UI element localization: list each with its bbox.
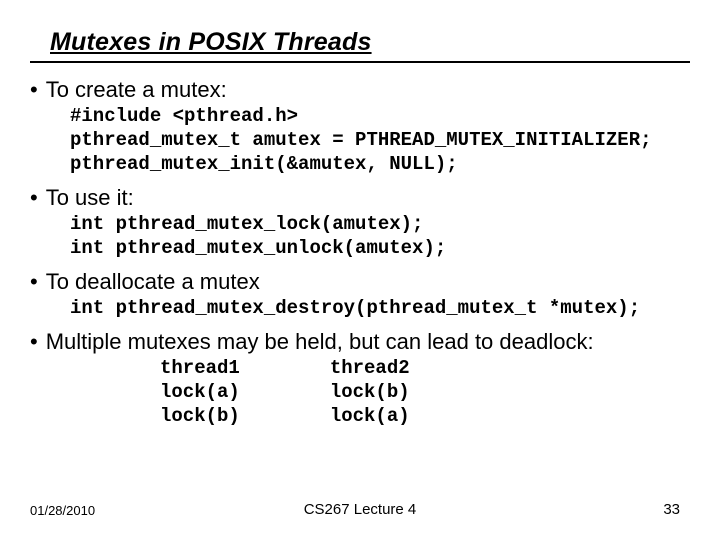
bullet-dot: • [30, 269, 38, 295]
slide: Mutexes in POSIX Threads • To create a m… [0, 0, 720, 428]
code-create: #include <pthread.h> pthread_mutex_t amu… [70, 105, 690, 176]
bullet-dot: • [30, 185, 38, 211]
footer-center: CS267 Lecture 4 [0, 501, 720, 518]
bullet-text: Multiple mutexes may be held, but can le… [46, 329, 594, 355]
bullet-dealloc: • To deallocate a mutex [30, 269, 690, 295]
bullet-deadlock: • Multiple mutexes may be held, but can … [30, 329, 690, 355]
title-rule [30, 61, 690, 63]
bullet-use: • To use it: [30, 185, 690, 211]
deadlock-columns: thread1 lock(a) lock(b) thread2 lock(b) … [160, 357, 690, 428]
bullet-dot: • [30, 77, 38, 103]
slide-title: Mutexes in POSIX Threads [50, 28, 690, 57]
bullet-text: To use it: [46, 185, 134, 211]
bullet-create: • To create a mutex: [30, 77, 690, 103]
deadlock-col-2: thread2 lock(b) lock(a) [330, 357, 410, 428]
bullet-text: To create a mutex: [46, 77, 227, 103]
bullet-dot: • [30, 329, 38, 355]
code-dealloc: int pthread_mutex_destroy(pthread_mutex_… [70, 297, 690, 321]
deadlock-col-1: thread1 lock(a) lock(b) [160, 357, 240, 428]
bullet-text: To deallocate a mutex [46, 269, 260, 295]
code-use: int pthread_mutex_lock(amutex); int pthr… [70, 213, 690, 261]
footer-page: 33 [663, 501, 680, 518]
